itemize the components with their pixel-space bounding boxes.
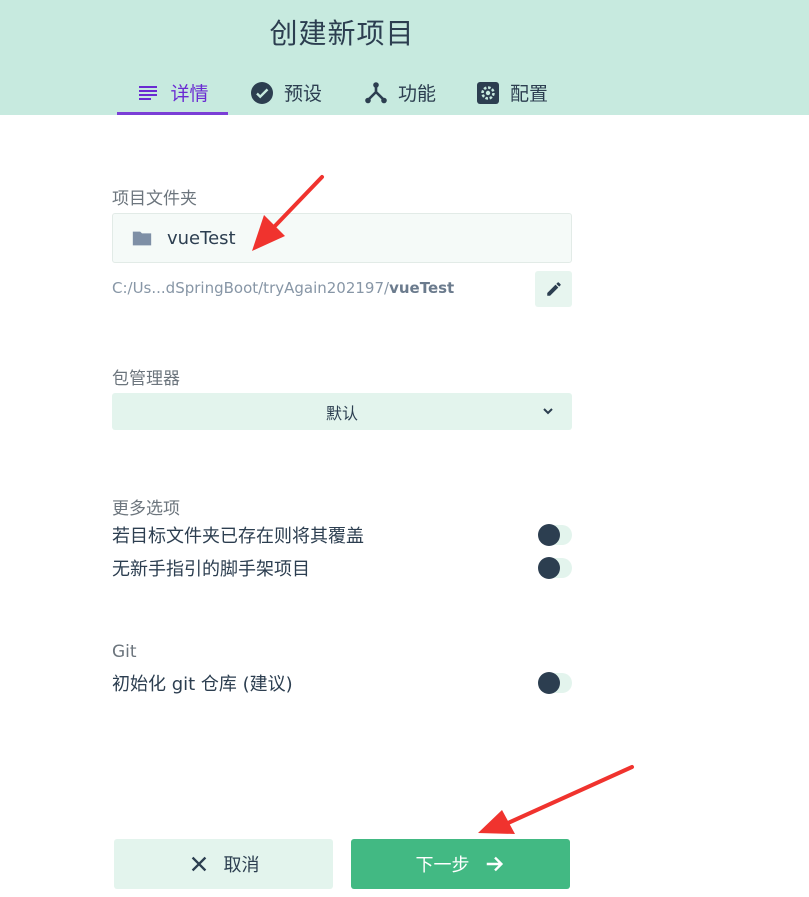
tab-bar: 详情 预设 功能 配置 (0, 70, 809, 115)
path-folder-name: vueTest (389, 279, 455, 297)
edit-path-button[interactable] (535, 271, 572, 307)
annotation-arrow-next (478, 765, 634, 834)
project-folder-name: vueTest (167, 227, 236, 249)
cancel-button-label: 取消 (223, 855, 260, 876)
option-overwrite-toggle[interactable] (538, 524, 572, 546)
next-button-label: 下一步 (415, 855, 470, 876)
folder-icon (132, 231, 152, 246)
pencil-icon (546, 282, 561, 296)
tab-presets-label: 预设 (283, 83, 322, 105)
option-overwrite-row: 若目标文件夹已存在则将其覆盖 (112, 521, 572, 549)
tab-config[interactable]: 配置 (462, 70, 562, 115)
tab-features-label: 功能 (397, 83, 436, 105)
cancel-button[interactable]: 取消 (114, 839, 333, 889)
tab-details-label: 详情 (170, 83, 209, 105)
toggle-knob (538, 524, 560, 546)
more-options-label: 更多选项 (112, 499, 180, 519)
package-manager-select[interactable]: 默认 (112, 393, 572, 430)
package-manager-value: 默认 (325, 403, 358, 423)
fork-icon (365, 81, 387, 103)
git-label: Git (112, 642, 137, 662)
create-project-page: 创建新项目 详情 预设 功能 配置 项目文件夹 vueTest C:/Us...… (0, 0, 809, 897)
option-bare-label: 无新手指引的脚手架项目 (112, 559, 310, 580)
option-git-init-label: 初始化 git 仓库 (建议) (112, 674, 293, 695)
project-folder-input[interactable]: vueTest (112, 213, 572, 263)
project-folder-path: C:/Us...dSpringBoot/tryAgain202197/vueTe… (112, 279, 454, 297)
toggle-knob (538, 672, 560, 694)
tab-details[interactable]: 详情 (117, 70, 228, 115)
toggle-knob (538, 557, 560, 579)
close-icon (191, 856, 206, 872)
path-prefix: C:/Us...dSpringBoot/tryAgain202197/ (112, 279, 390, 297)
option-overwrite-label: 若目标文件夹已存在则将其覆盖 (112, 526, 364, 547)
option-bare-row: 无新手指引的脚手架项目 (112, 554, 572, 582)
option-git-init-row: 初始化 git 仓库 (建议) (112, 669, 572, 697)
tab-features[interactable]: 功能 (350, 70, 450, 115)
tab-config-label: 配置 (509, 83, 548, 105)
page-title: 创建新项目 (269, 17, 415, 50)
tab-presets[interactable]: 预设 (236, 70, 336, 115)
chevron-down-icon (543, 408, 553, 415)
option-git-init-toggle[interactable] (538, 672, 572, 694)
arrow-right-icon (486, 856, 503, 872)
next-button[interactable]: 下一步 (351, 839, 570, 889)
project-folder-label: 项目文件夹 (112, 189, 197, 209)
option-bare-toggle[interactable] (538, 557, 572, 579)
gear-icon (476, 81, 499, 104)
header-bar: 创建新项目 详情 预设 功能 配置 (0, 0, 809, 115)
package-manager-label: 包管理器 (112, 369, 180, 389)
list-icon (139, 85, 158, 100)
check-circle-icon (250, 81, 273, 104)
annotation-arrows (252, 175, 634, 834)
